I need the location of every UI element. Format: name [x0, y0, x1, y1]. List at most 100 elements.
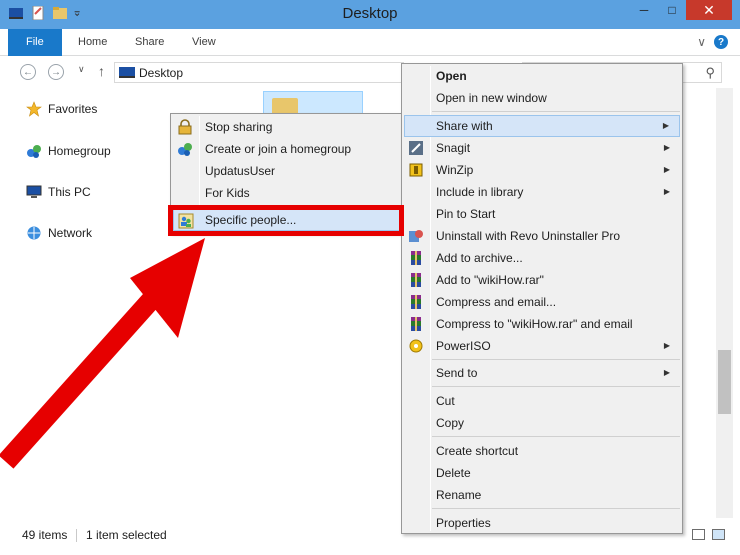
sidebar-item-label: This PC — [48, 185, 91, 199]
menu-item-label: Rename — [436, 488, 482, 502]
menu-item-open-new-window[interactable]: Open in new window — [404, 87, 680, 109]
menu-item-label: PowerISO — [436, 339, 491, 353]
item-count: 49 items — [22, 528, 68, 542]
menu-item-label: Cut — [436, 394, 455, 408]
tab-view[interactable]: View — [178, 29, 230, 56]
menu-item-label: Properties — [436, 516, 491, 530]
menu-separator — [432, 508, 680, 509]
scrollbar-thumb[interactable] — [718, 350, 731, 414]
menu-item-label: Pin to Start — [436, 207, 496, 221]
menu-item-revo-uninstaller[interactable]: Uninstall with Revo Uninstaller Pro — [404, 225, 680, 247]
submenu-arrow-icon: ▶ — [663, 341, 670, 350]
annotation-arrow — [0, 238, 205, 469]
star-icon — [26, 101, 42, 117]
winzip-icon — [409, 163, 423, 177]
menu-item-homegroup[interactable]: Create or join a homegroup — [173, 138, 400, 160]
desktop-icon — [119, 67, 135, 78]
menu-item-label: Stop sharing — [205, 120, 273, 134]
menu-item-add-to-archive[interactable]: Add to archive... — [404, 247, 680, 269]
sidebar-item-label: Homegroup — [48, 144, 111, 158]
menu-item-winzip[interactable]: WinZip ▶ — [404, 159, 680, 181]
menu-item-properties[interactable]: Properties — [404, 512, 680, 534]
close-button[interactable]: ✕ — [686, 0, 732, 20]
menu-item-label: UpdatusUser — [205, 164, 276, 178]
poweriso-icon — [409, 339, 423, 353]
title-bar: Desktop ─ □ ✕ — [0, 0, 740, 29]
search-icon[interactable]: ⚲ — [705, 65, 715, 81]
submenu-arrow-icon: ▶ — [663, 368, 670, 377]
menu-item-label: Include in library — [436, 185, 524, 199]
tab-share[interactable]: Share — [121, 29, 178, 56]
menu-item-compress-and-email[interactable]: Compress and email... — [404, 291, 680, 313]
winrar-icon — [411, 295, 421, 309]
ribbon-controls: ∨ ? — [697, 35, 728, 49]
expand-ribbon-icon[interactable]: ∨ — [697, 35, 706, 49]
details-view-icon[interactable] — [692, 529, 705, 540]
context-menu: Open Open in new window Share with ▶ Snag… — [401, 63, 683, 534]
large-icons-view-icon[interactable] — [712, 529, 725, 540]
help-icon[interactable]: ? — [714, 35, 728, 49]
window-title: Desktop — [342, 5, 398, 22]
winrar-icon — [411, 251, 421, 265]
recent-locations-icon[interactable]: ∨ — [78, 64, 85, 75]
tab-home[interactable]: Home — [64, 29, 121, 56]
menu-item-include-in-library[interactable]: Include in library ▶ — [404, 181, 680, 203]
menu-item-label: Delete — [436, 466, 471, 480]
menu-separator — [432, 359, 680, 360]
menu-item-label: Open in new window — [436, 91, 547, 105]
menu-item-create-shortcut[interactable]: Create shortcut — [404, 440, 680, 462]
selection-count: 1 item selected — [86, 528, 167, 542]
menu-separator — [432, 436, 680, 437]
menu-item-share-with[interactable]: Share with ▶ — [404, 115, 680, 137]
menu-item-label: Copy — [436, 416, 465, 430]
tab-file[interactable]: File — [8, 29, 62, 56]
menu-item-copy[interactable]: Copy — [404, 412, 680, 434]
menu-item-open[interactable]: Open — [404, 65, 680, 87]
homegroup-icon — [178, 143, 192, 156]
address-path: Desktop — [139, 65, 184, 80]
menu-item-label: For Kids — [205, 186, 250, 200]
sidebar-item-label: Favorites — [48, 102, 98, 116]
menu-item-label: Send to — [436, 366, 478, 380]
up-button[interactable]: ↑ — [98, 63, 105, 79]
winrar-icon — [411, 317, 421, 331]
menu-item-pin-to-start[interactable]: Pin to Start — [404, 203, 680, 225]
sidebar-item-favorites[interactable]: Favorites — [26, 101, 97, 117]
menu-item-for-kids[interactable]: For Kids — [173, 182, 400, 204]
address-bar[interactable]: Desktop — [114, 62, 404, 83]
menu-item-updatususer[interactable]: UpdatusUser — [173, 160, 400, 182]
menu-item-label: Share with — [436, 119, 493, 133]
menu-item-label: Uninstall with Revo Uninstaller Pro — [436, 229, 621, 243]
menu-item-label: WinZip — [436, 163, 474, 177]
menu-item-compress-to-rar-and-email[interactable]: Compress to "wikiHow.rar" and email — [404, 313, 680, 335]
menu-separator — [432, 111, 680, 112]
menu-item-delete[interactable]: Delete — [404, 462, 680, 484]
menu-item-snagit[interactable]: Snagit ▶ — [404, 137, 680, 159]
menu-item-label: Open — [436, 69, 467, 83]
menu-separator — [432, 386, 680, 387]
menu-item-stop-sharing[interactable]: Stop sharing — [173, 116, 400, 138]
menu-item-label: Snagit — [436, 141, 471, 155]
vertical-scrollbar[interactable] — [716, 88, 733, 518]
submenu-arrow-icon: ▶ — [663, 143, 670, 152]
minimize-button[interactable]: ─ — [630, 0, 658, 20]
ribbon-tabs: File Home Share View ∨ ? — [0, 29, 740, 56]
homegroup-icon — [27, 145, 41, 158]
menu-item-label: Add to "wikiHow.rar" — [436, 273, 544, 287]
lock-icon — [178, 119, 192, 135]
sidebar-item-homegroup[interactable]: Homegroup — [26, 143, 111, 159]
menu-item-cut[interactable]: Cut — [404, 390, 680, 412]
back-button[interactable]: ← — [20, 64, 36, 80]
menu-item-add-to-wikihow-rar[interactable]: Add to "wikiHow.rar" — [404, 269, 680, 291]
winrar-icon — [411, 273, 421, 287]
maximize-button[interactable]: □ — [658, 0, 686, 20]
menu-item-poweriso[interactable]: PowerISO ▶ — [404, 335, 680, 357]
forward-button[interactable]: → — [48, 64, 64, 80]
sidebar-item-this-pc[interactable]: This PC — [26, 184, 91, 200]
computer-icon — [26, 185, 42, 198]
menu-item-send-to[interactable]: Send to ▶ — [404, 362, 680, 384]
menu-item-label: Compress and email... — [436, 295, 557, 309]
menu-item-rename[interactable]: Rename — [404, 484, 680, 506]
window-controls: ─ □ ✕ — [630, 0, 732, 20]
submenu-arrow-icon: ▶ — [663, 165, 670, 174]
